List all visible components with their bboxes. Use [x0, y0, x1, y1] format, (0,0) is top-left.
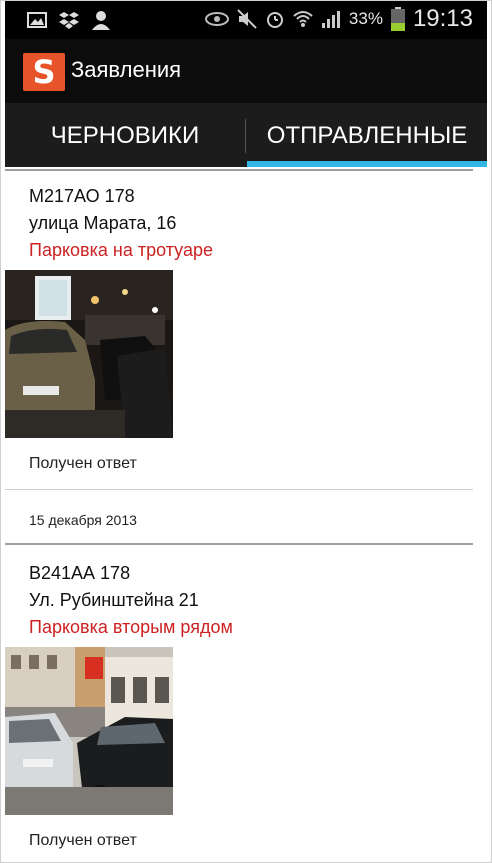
dropbox-icon	[59, 12, 79, 29]
clock: 19:13	[412, 5, 473, 32]
alarm-icon	[266, 12, 283, 28]
system-icons: 33% 19:13	[204, 5, 473, 33]
tab-drafts[interactable]: ЧЕРНОВИКИ	[5, 103, 245, 167]
status-bar: 33% 19:13	[5, 1, 487, 39]
app-logo[interactable]: S	[23, 53, 65, 91]
tab-bar: ЧЕРНОВИКИ ОТПРАВЛЕННЫЕ	[5, 103, 487, 167]
divider	[5, 489, 473, 490]
page-title: Заявления	[71, 57, 182, 82]
plate-number: М217АО 178	[29, 186, 135, 206]
plate-number: В241АА 178	[29, 563, 131, 583]
tab-divider	[245, 119, 246, 153]
battery-percent: 33%	[348, 9, 383, 28]
person-icon	[92, 11, 110, 30]
battery-icon	[390, 7, 405, 31]
address: Ул. Рубинштейна 21	[29, 590, 199, 610]
divider	[5, 169, 473, 171]
screen: 33% 19:13 S Заявления ЧЕРНОВИКИ ОТПРАВЛЕ…	[0, 0, 492, 863]
notification-icons	[27, 10, 111, 30]
mute-icon	[237, 9, 257, 29]
status-text: Получен ответ	[29, 832, 137, 849]
violation-type: Парковка вторым рядом	[29, 617, 233, 637]
status-text: Получен ответ	[29, 455, 137, 472]
eye-icon	[204, 12, 229, 26]
action-bar: S Заявления	[5, 39, 487, 103]
signal-icon	[321, 11, 340, 28]
address: улица Марата, 16	[29, 213, 177, 233]
reports-list[interactable]: М217АО 178 улица Марата, 16 Парковка на …	[5, 167, 487, 862]
report-photo[interactable]	[5, 270, 173, 438]
tab-sent[interactable]: ОТПРАВЛЕННЫЕ	[247, 103, 487, 167]
date-header: 15 декабря 2013	[29, 512, 137, 528]
divider	[5, 543, 473, 545]
image-icon	[27, 12, 47, 28]
violation-type: Парковка на тротуаре	[29, 240, 213, 260]
report-photo[interactable]	[5, 647, 173, 815]
wifi-icon	[293, 11, 313, 27]
